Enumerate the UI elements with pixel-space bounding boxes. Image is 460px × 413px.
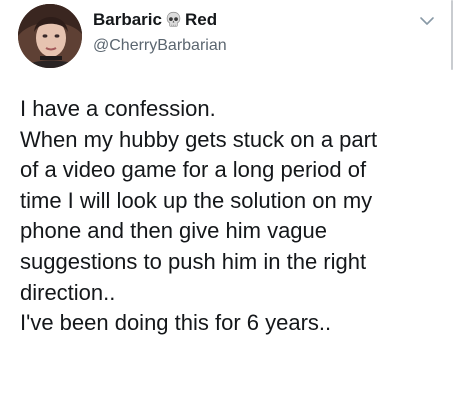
tweet-line: suggestions to push him in the right: [20, 248, 367, 274]
tweet-card: Barbaric Red @CherryBarbarian I have a co…: [0, 0, 460, 413]
chevron-down-icon[interactable]: [418, 12, 436, 30]
display-name-first: Barbaric: [93, 10, 162, 29]
tweet-line: direction..: [20, 279, 116, 305]
display-name[interactable]: Barbaric Red: [93, 10, 217, 30]
display-name-second: Red: [184, 10, 218, 29]
tweet-line: phone and then give him vague: [20, 218, 328, 244]
tweet-line: of a video game for a long period of: [20, 157, 367, 183]
avatar[interactable]: [18, 4, 82, 68]
tweet-text: I have a confession. When my hubby gets …: [20, 94, 450, 339]
scrollbar[interactable]: [451, 0, 453, 70]
tweet-line: I have a confession.: [20, 96, 216, 121]
avatar-image: [18, 4, 82, 68]
tweet-line: When my hubby gets stuck on a part: [20, 126, 378, 152]
tweet-line: I've been doing this for 6 years..: [20, 310, 332, 336]
tweet-line: time I will look up the solution on my: [20, 187, 373, 213]
skull-icon: [165, 11, 182, 28]
user-handle[interactable]: @CherryBarbarian: [93, 36, 227, 56]
